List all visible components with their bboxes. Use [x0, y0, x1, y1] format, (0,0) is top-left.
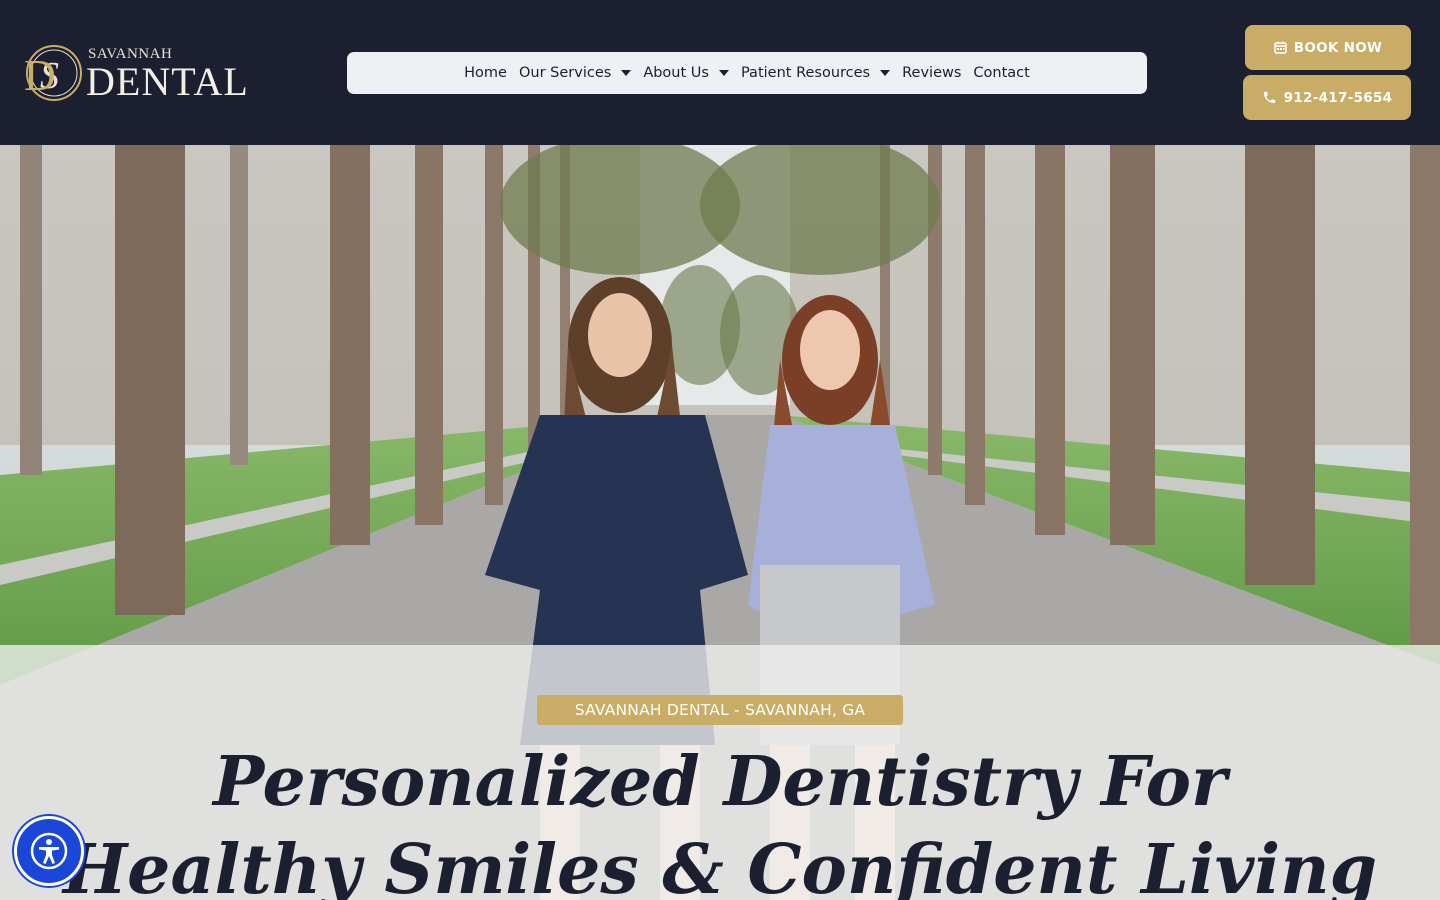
caret-down-icon: [718, 70, 729, 76]
hero-headline: Personalized Dentistry For Healthy Smile…: [0, 738, 1440, 900]
caret-down-icon: [621, 70, 632, 76]
headline-line-2: Healthy Smiles & Confident Living: [62, 830, 1378, 900]
phone-button[interactable]: 912-417-5654: [1243, 75, 1411, 120]
location-badge: SAVANNAH DENTAL - SAVANNAH, GA: [537, 695, 903, 725]
nav-item-reviews[interactable]: Reviews: [902, 65, 961, 81]
nav-item-patient-resources[interactable]: Patient Resources: [740, 65, 891, 81]
accessibility-icon: [30, 832, 68, 870]
site-logo[interactable]: S D SAVANNAH DENTAL: [22, 38, 252, 108]
site-header: S D SAVANNAH DENTAL Home Our Services Ab…: [0, 0, 1440, 145]
nav-label: Home: [464, 65, 507, 81]
nav-label: Patient Resources: [740, 65, 871, 81]
caret-down-icon: [880, 70, 891, 76]
monogram-logo-icon: S D: [24, 45, 82, 101]
calendar-icon: [1274, 41, 1287, 54]
book-now-label: BOOK NOW: [1293, 39, 1383, 56]
nav-label: Reviews: [902, 65, 962, 81]
nav-item-contact[interactable]: Contact: [973, 65, 1029, 81]
headline-line-1: Personalized Dentistry For: [213, 742, 1227, 822]
nav-item-our-services[interactable]: Our Services: [518, 65, 632, 81]
svg-text:D: D: [24, 51, 56, 100]
main-navigation: Home Our Services About Us Patient Resou…: [347, 52, 1147, 94]
accessibility-button[interactable]: [14, 816, 84, 886]
nav-item-home[interactable]: Home: [464, 65, 507, 81]
phone-number-label: 912-417-5654: [1283, 89, 1393, 106]
nav-label: Contact: [973, 65, 1030, 81]
phone-icon: [1263, 91, 1275, 104]
nav-label: Our Services: [518, 65, 612, 81]
nav-label: About Us: [643, 65, 709, 81]
book-now-button[interactable]: BOOK NOW: [1245, 25, 1411, 70]
nav-item-about-us[interactable]: About Us: [643, 65, 729, 81]
logo-name-large: DENTAL: [86, 59, 249, 104]
hero-section: SAVANNAH DENTAL - SAVANNAH, GA Personali…: [0, 145, 1440, 900]
